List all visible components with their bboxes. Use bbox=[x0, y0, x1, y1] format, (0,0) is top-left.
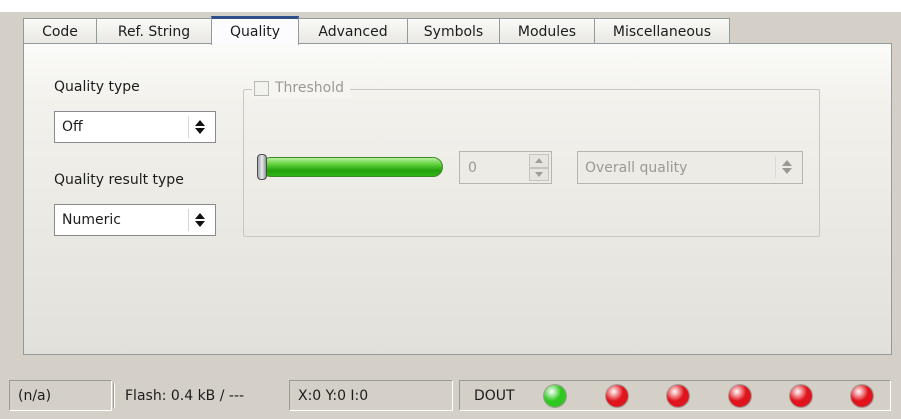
slider-handle[interactable] bbox=[257, 154, 267, 180]
threshold-checkbox[interactable] bbox=[254, 80, 269, 96]
status-bar: (n/a) Flash: 0.4 kB / --- X:0 Y:0 I:0 DO… bbox=[0, 371, 901, 419]
threshold-value: 0 bbox=[468, 159, 477, 176]
tab-quality-label: Quality bbox=[229, 24, 281, 40]
flash-segment: Flash: 0.4 kB / --- bbox=[117, 380, 283, 411]
status-separator bbox=[113, 383, 115, 408]
status-segment: (n/a) bbox=[9, 380, 112, 411]
threshold-value-spinbox[interactable]: 0 bbox=[459, 151, 552, 184]
tab-strip: Code Ref. String Quality Advanced Symbol… bbox=[23, 16, 730, 45]
quality-mode-select[interactable]: Overall quality bbox=[577, 151, 803, 184]
dout-led-4 bbox=[729, 385, 751, 407]
quality-type-label: Quality type bbox=[54, 79, 140, 95]
status-text: (n/a) bbox=[18, 387, 52, 404]
spin-up-icon[interactable] bbox=[529, 154, 549, 168]
dout-led-2 bbox=[606, 385, 628, 407]
updown-arrows-icon bbox=[188, 209, 211, 231]
tab-miscellaneous[interactable]: Miscellaneous bbox=[594, 18, 730, 44]
quality-type-value: Off bbox=[62, 119, 83, 135]
updown-arrows-icon bbox=[188, 116, 211, 138]
tab-miscellaneous-label: Miscellaneous bbox=[612, 23, 712, 40]
tab-advanced-label: Advanced bbox=[318, 23, 388, 40]
dout-led-1 bbox=[544, 385, 566, 407]
flash-text: Flash: 0.4 kB / --- bbox=[125, 387, 245, 404]
spin-down-icon[interactable] bbox=[529, 167, 549, 181]
tab-symbols-label: Symbols bbox=[423, 23, 484, 40]
dout-led-5 bbox=[790, 385, 812, 407]
quality-result-type-label: Quality result type bbox=[54, 172, 184, 188]
coords-text: X:0 Y:0 I:0 bbox=[298, 387, 369, 404]
threshold-label: Threshold bbox=[275, 80, 344, 96]
tab-advanced[interactable]: Advanced bbox=[298, 18, 408, 44]
quality-result-type-select[interactable]: Numeric bbox=[54, 204, 216, 236]
dout-label: DOUT bbox=[474, 387, 515, 404]
tab-quality[interactable]: Quality bbox=[211, 16, 299, 45]
tab-symbols[interactable]: Symbols bbox=[407, 18, 500, 44]
tab-ref-string[interactable]: Ref. String bbox=[96, 18, 212, 44]
threshold-slider[interactable] bbox=[257, 154, 443, 180]
updown-arrows-icon bbox=[775, 156, 798, 178]
slider-track bbox=[261, 157, 443, 177]
quality-type-select[interactable]: Off bbox=[54, 111, 216, 143]
dout-led-3 bbox=[667, 385, 689, 407]
tab-ref-string-label: Ref. String bbox=[117, 23, 191, 40]
threshold-legend: Threshold bbox=[252, 78, 350, 98]
coords-segment: X:0 Y:0 I:0 bbox=[289, 380, 453, 411]
tab-modules[interactable]: Modules bbox=[499, 18, 595, 44]
top-band bbox=[0, 0, 901, 12]
dout-led-6 bbox=[851, 385, 873, 407]
tab-modules-label: Modules bbox=[517, 23, 577, 40]
quality-result-type-value: Numeric bbox=[62, 212, 121, 228]
tab-code-label: Code bbox=[42, 23, 78, 40]
tab-code[interactable]: Code bbox=[23, 18, 97, 44]
quality-mode-value: Overall quality bbox=[585, 159, 688, 176]
